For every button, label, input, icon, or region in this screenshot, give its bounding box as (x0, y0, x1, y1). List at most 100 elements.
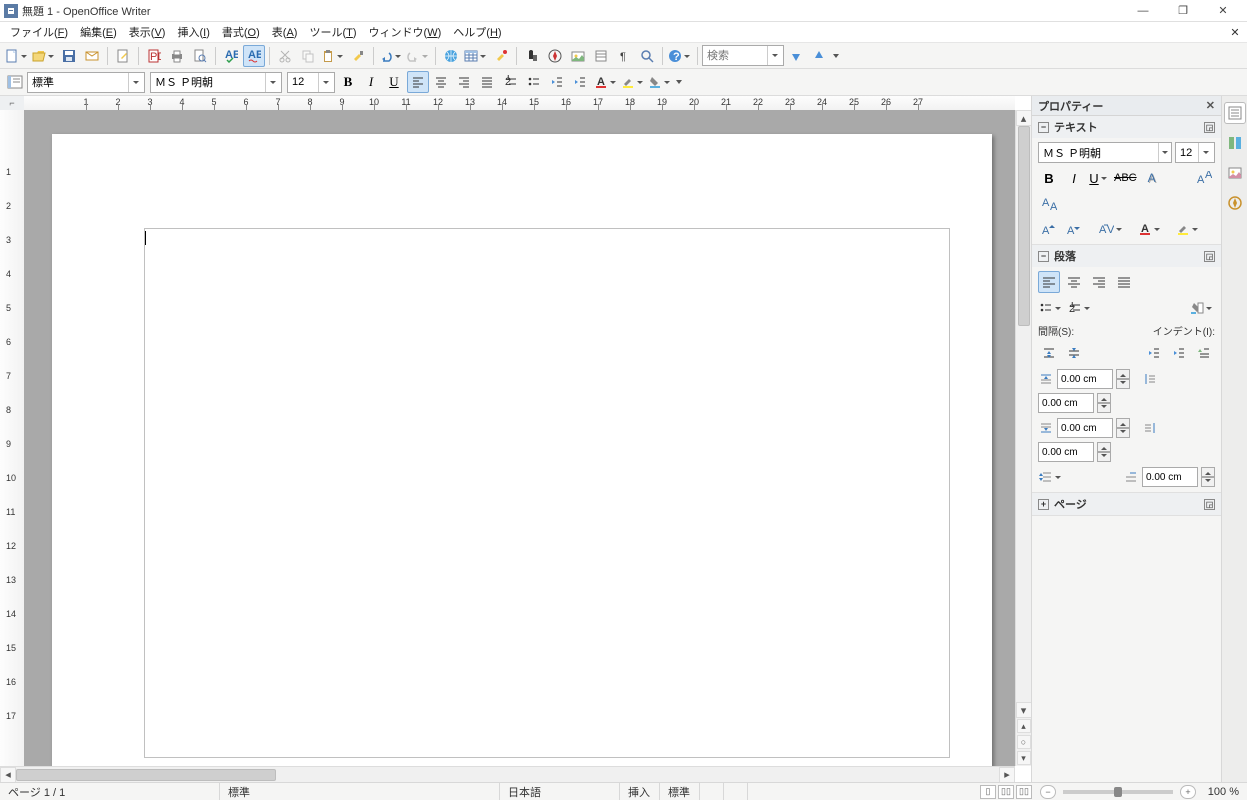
sidebar-font-name-combo[interactable] (1038, 142, 1172, 163)
sidebar-underline-button[interactable]: U (1088, 167, 1110, 189)
spacing-below-spinner[interactable] (1116, 418, 1130, 438)
close-document-button[interactable]: ✕ (1227, 26, 1243, 39)
spellcheck-button[interactable]: ABC (220, 45, 242, 67)
sidebar-subscript-button[interactable]: AA (1038, 192, 1060, 214)
page[interactable] (52, 134, 992, 766)
find-next-button[interactable] (785, 45, 807, 67)
menu-table[interactable]: 表(A) (266, 22, 304, 42)
paragraph-style-input[interactable] (28, 73, 128, 92)
font-name-input[interactable] (151, 73, 265, 92)
status-selection-mode[interactable]: 標準 (660, 783, 700, 800)
increase-indent-button[interactable] (569, 71, 591, 93)
status-language[interactable]: 日本語 (500, 783, 620, 800)
scroll-down-button[interactable]: ▾ (1016, 702, 1032, 718)
font-size-input[interactable] (288, 73, 318, 92)
document-area[interactable] (24, 110, 1015, 766)
email-button[interactable] (81, 45, 103, 67)
menu-help[interactable]: ヘルプ(H) (447, 22, 507, 42)
auto-spellcheck-button[interactable]: ABC (243, 45, 265, 67)
sidebar-numbered-list-button[interactable]: 12 (1067, 297, 1093, 319)
properties-tab-button[interactable] (1224, 102, 1246, 124)
sidebar-align-justify-button[interactable] (1113, 271, 1135, 293)
status-insert-mode[interactable]: 挿入 (620, 783, 660, 800)
prev-page-nav-button[interactable]: ▴ (1017, 719, 1031, 733)
sidebar-font-size-combo[interactable] (1175, 142, 1215, 163)
sidebar-align-left-button[interactable] (1038, 271, 1060, 293)
next-page-nav-button[interactable]: ▾ (1017, 751, 1031, 765)
bold-button[interactable]: B (337, 71, 359, 93)
minimize-button[interactable]: ― (1123, 1, 1163, 21)
scroll-left-button[interactable]: ◂ (0, 767, 16, 783)
print-button[interactable] (166, 45, 188, 67)
sidebar-superscript-button[interactable]: AA (1193, 167, 1215, 189)
decrease-indent-icon-button[interactable] (1168, 342, 1190, 364)
save-button[interactable] (58, 45, 80, 67)
underline-button[interactable]: U (383, 71, 405, 93)
indent-after-input[interactable] (1038, 442, 1094, 462)
zoom-in-button[interactable]: + (1180, 785, 1196, 799)
vertical-ruler[interactable]: 1234567891011121314151617 (0, 110, 24, 766)
redo-button[interactable] (405, 45, 431, 67)
menu-insert[interactable]: 挿入(I) (171, 22, 215, 42)
scroll-right-button[interactable]: ▸ (999, 767, 1015, 783)
align-right-button[interactable] (453, 71, 475, 93)
menu-format[interactable]: 書式(O) (216, 22, 266, 42)
hscroll-track[interactable] (16, 767, 999, 783)
view-single-page-button[interactable]: ▯ (980, 785, 996, 799)
spacing-below-input[interactable] (1057, 418, 1113, 438)
bullet-list-button[interactable] (523, 71, 545, 93)
open-document-button[interactable] (31, 45, 57, 67)
sidebar-strikethrough-button[interactable]: ABC (1113, 167, 1138, 189)
scroll-up-button[interactable]: ▴ (1016, 110, 1032, 126)
sidebar-align-center-button[interactable] (1063, 271, 1085, 293)
expand-panel-icon[interactable]: ◲ (1204, 251, 1215, 262)
status-style[interactable]: 標準 (220, 783, 500, 800)
status-signature-icon[interactable] (724, 783, 748, 800)
export-pdf-button[interactable]: PDF (143, 45, 165, 67)
toolbar-overflow-button[interactable] (831, 45, 841, 67)
sidebar-font-drop-icon[interactable] (1158, 143, 1171, 162)
menu-file[interactable]: ファイル(F) (4, 22, 74, 42)
undo-button[interactable] (378, 45, 404, 67)
sidebar-close-button[interactable]: ✕ (1206, 99, 1215, 112)
format-toolbar-overflow-button[interactable] (674, 71, 684, 93)
search-combo[interactable] (702, 45, 784, 66)
sidebar-shadow-button[interactable]: A (1141, 167, 1163, 189)
show-draw-functions-button[interactable] (490, 45, 512, 67)
search-drop-icon[interactable] (767, 46, 781, 65)
spacing-above-input[interactable] (1057, 369, 1113, 389)
align-center-button[interactable] (430, 71, 452, 93)
indent-before-input[interactable] (1038, 393, 1094, 413)
vertical-scrollbar[interactable]: ▴ ▾ ▴ ○ ▾ (1015, 110, 1031, 766)
styles-tab-button[interactable] (1224, 132, 1246, 154)
view-multi-page-button[interactable]: ▯▯ (998, 785, 1014, 799)
hscroll-thumb[interactable] (16, 769, 276, 781)
zoom-slider-knob[interactable] (1114, 787, 1122, 797)
zoom-slider[interactable] (1063, 790, 1173, 794)
text-panel-title[interactable]: − テキスト ◲ (1032, 116, 1221, 138)
sidebar-char-spacing-button[interactable]: AV (1097, 218, 1125, 240)
cut-button[interactable] (274, 45, 296, 67)
paragraph-style-drop-icon[interactable] (128, 73, 142, 92)
expand-panel-icon[interactable]: ◲ (1204, 499, 1215, 510)
horizontal-scrollbar[interactable]: ◂ ▸ (0, 766, 1015, 782)
background-color-button[interactable] (647, 71, 673, 93)
indent-before-spinner[interactable] (1097, 393, 1111, 413)
sidebar-font-color-button[interactable]: A (1137, 218, 1163, 240)
paragraph-panel-title[interactable]: − 段落 ◲ (1032, 245, 1221, 267)
maximize-button[interactable]: ❐ (1163, 1, 1203, 21)
sidebar-increase-font-button[interactable]: A (1038, 218, 1060, 240)
insert-table-button[interactable] (463, 45, 489, 67)
zoom-button[interactable] (636, 45, 658, 67)
navigator-button[interactable] (544, 45, 566, 67)
close-window-button[interactable]: ✕ (1203, 1, 1243, 21)
status-page[interactable]: ページ 1 / 1 (0, 783, 220, 800)
data-sources-button[interactable] (590, 45, 612, 67)
indent-first-input[interactable] (1142, 467, 1198, 487)
styles-window-button[interactable] (4, 71, 26, 93)
expand-panel-icon[interactable]: ◲ (1204, 122, 1215, 133)
increase-spacing-button[interactable] (1038, 342, 1060, 364)
menu-view[interactable]: 表示(V) (123, 22, 172, 42)
highlight-color-button[interactable] (620, 71, 646, 93)
sidebar-bullet-list-button[interactable] (1038, 297, 1064, 319)
